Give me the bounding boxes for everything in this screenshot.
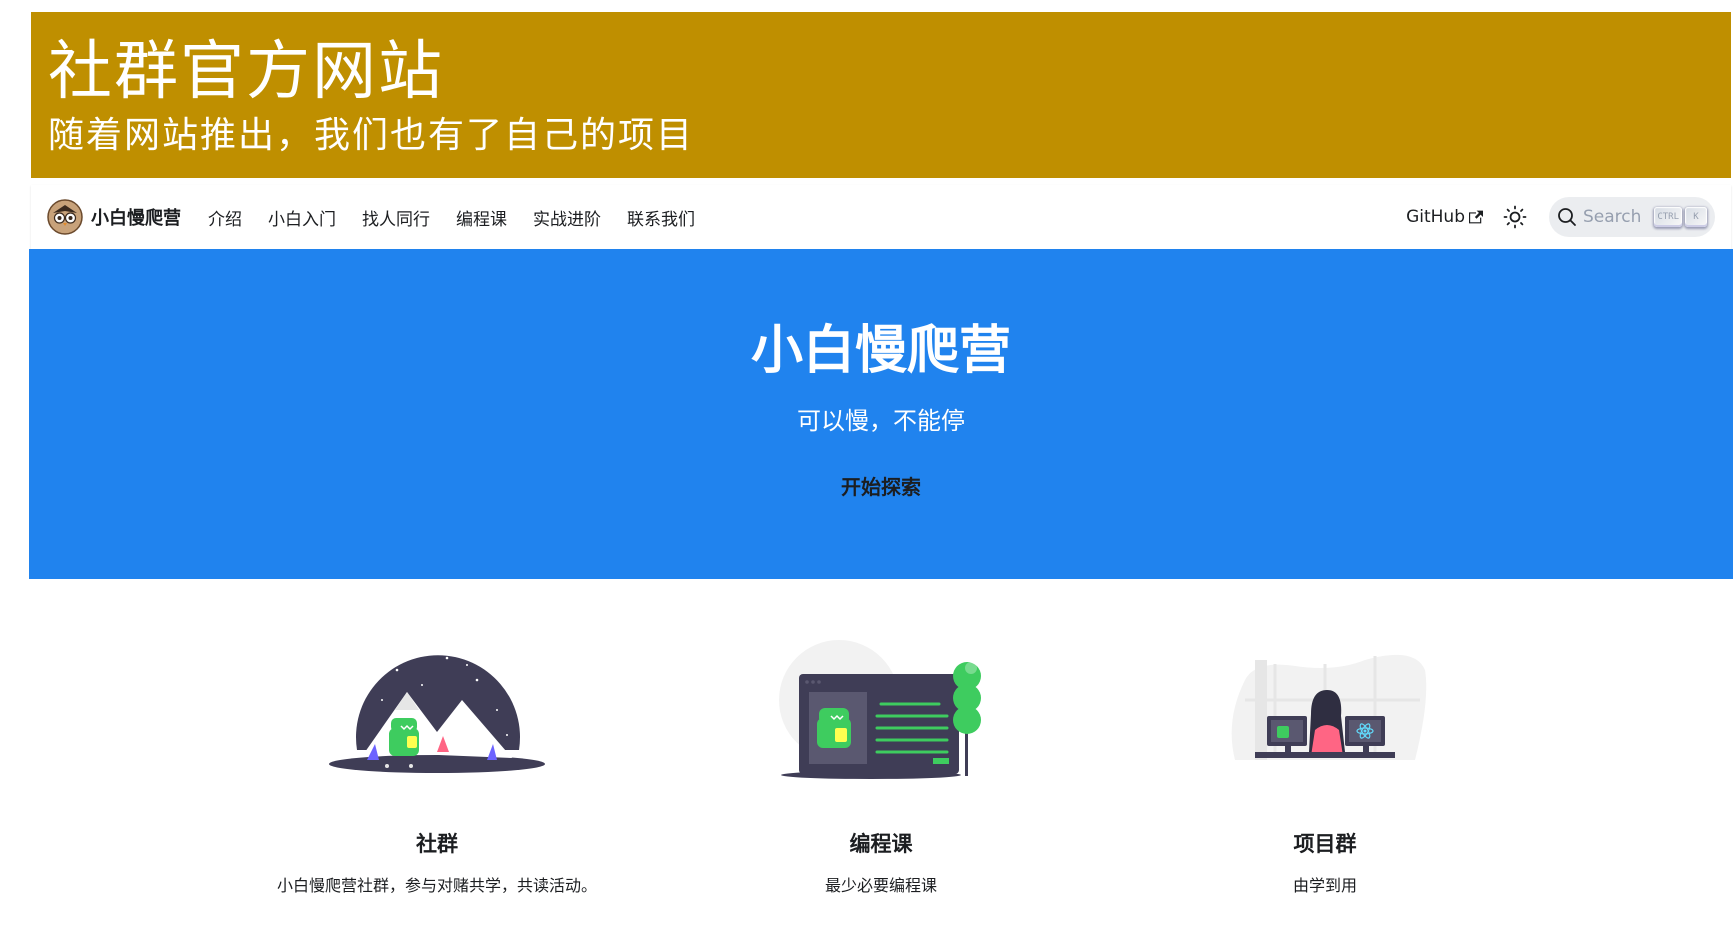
start-explore-button[interactable]: 开始探索 xyxy=(821,463,941,508)
nav-link-contact[interactable]: 联系我们 xyxy=(614,205,708,230)
screen-dino-illustration xyxy=(779,640,981,779)
feature-course: 编程课 最少必要编程课 xyxy=(661,640,1101,898)
feature-title-project: 项目群 xyxy=(1293,832,1357,856)
features-section: 社群 小白慢爬营社群，参与对赌共学，共读活动。 编程课 最少必要编程课 项目群 … xyxy=(29,640,1733,930)
search-shortcut: CTRL K xyxy=(1651,207,1707,227)
feature-title-course: 编程课 xyxy=(849,832,913,856)
feature-project: 项目群 由学到用 xyxy=(1105,640,1545,898)
kbd-k: K xyxy=(1685,207,1707,227)
banner-title: 社群官方网站 xyxy=(48,35,444,109)
top-navbar: 小白慢爬营 介绍 小白入门 找人同行 编程课 实战进阶 联系我们 GitHub xyxy=(31,185,1731,249)
brand-name: 小白慢爬营 xyxy=(91,208,181,229)
nav-link-advanced[interactable]: 实战进阶 xyxy=(520,205,614,230)
brand-link[interactable]: 小白慢爬营 xyxy=(47,199,181,235)
sun-icon xyxy=(1503,205,1527,229)
search-button[interactable]: Search CTRL K xyxy=(1549,197,1715,237)
feature-desc-project: 由学到用 xyxy=(1292,876,1357,895)
feature-desc-course: 最少必要编程课 xyxy=(824,876,937,895)
feature-desc-community: 小白慢爬营社群，参与对赌共学，共读活动。 xyxy=(276,876,597,895)
kbd-ctrl: CTRL xyxy=(1654,207,1682,227)
theme-toggle-button[interactable] xyxy=(1495,197,1535,237)
owl-logo-icon xyxy=(47,199,83,235)
nav-link-find-peers[interactable]: 找人同行 xyxy=(349,205,443,230)
feature-title-community: 社群 xyxy=(416,832,458,856)
external-link-icon xyxy=(1469,210,1483,224)
github-link[interactable]: GitHub xyxy=(1406,207,1483,227)
nav-link-courses[interactable]: 编程课 xyxy=(443,205,520,230)
github-label: GitHub xyxy=(1406,207,1465,227)
hero-subtitle: 可以慢，不能停 xyxy=(797,407,965,435)
search-icon xyxy=(1558,208,1576,226)
banner-subtitle: 随着网站推出，我们也有了自己的项目 xyxy=(48,115,695,156)
coder-desk-illustration xyxy=(1231,654,1427,760)
mountain-dino-illustration xyxy=(329,655,545,773)
search-placeholder: Search xyxy=(1583,207,1642,227)
nav-link-intro[interactable]: 介绍 xyxy=(195,205,255,230)
nav-links: 介绍 小白入门 找人同行 编程课 实战进阶 联系我们 xyxy=(195,205,708,230)
nav-right: GitHub Search CTRL K xyxy=(1406,197,1715,237)
hero-banner: 小白慢爬营 可以慢，不能停 开始探索 xyxy=(29,249,1733,579)
hero-title: 小白慢爬营 xyxy=(750,321,1011,381)
feature-community: 社群 小白慢爬营社群，参与对赌共学，共读活动。 xyxy=(217,640,657,898)
nav-link-beginner[interactable]: 小白入门 xyxy=(255,205,349,230)
site-banner: 社群官方网站 随着网站推出，我们也有了自己的项目 xyxy=(31,12,1731,178)
